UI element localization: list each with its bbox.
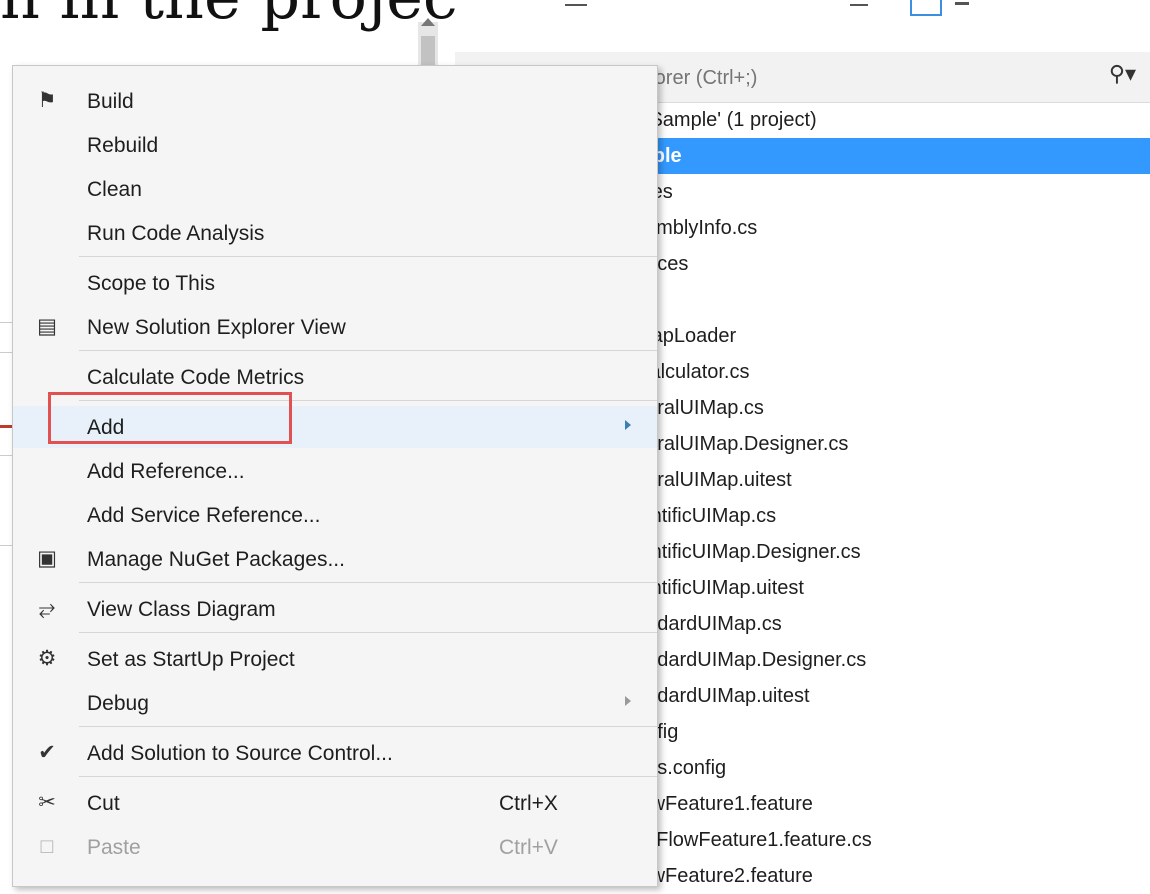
menu-item-add-solution-to-source-control[interactable]: ✔ Add Solution to Source Control... xyxy=(13,732,657,774)
menu-item-cut[interactable]: ✂ Cut Ctrl+X xyxy=(13,782,657,824)
toolbar-fragment xyxy=(565,4,587,6)
paste-icon: □ xyxy=(40,835,54,858)
left-panel-divider xyxy=(0,352,12,353)
menu-item-shortcut: Ctrl+V xyxy=(499,836,558,859)
search-icon[interactable]: ⚲▾ xyxy=(1109,62,1136,87)
menu-item-label: Run Code Analysis xyxy=(87,222,265,245)
context-menu: ⚑ Build Rebuild Clean Run Code Analysis Scope… xyxy=(12,65,658,887)
source-control-icon: ✔ xyxy=(38,741,56,764)
menu-item-label: Add Reference... xyxy=(87,460,245,483)
menu-item-label: Rebuild xyxy=(87,134,159,157)
cut-icon: ✂ xyxy=(38,791,56,814)
menu-item-label: Set as StartUp Project xyxy=(87,648,295,671)
menu-separator xyxy=(79,776,657,777)
nuget-icon: ▣ xyxy=(37,547,57,570)
menu-item-add-service-reference[interactable]: Add Service Reference... xyxy=(13,494,657,536)
scroll-up-arrow-icon[interactable] xyxy=(421,18,435,26)
gear-icon: ⚙ xyxy=(37,647,57,670)
build-icon: ⚑ xyxy=(37,89,57,112)
menu-item-label: Scope to This xyxy=(87,272,216,295)
menu-item-run-code-analysis[interactable]: Run Code Analysis xyxy=(13,212,657,254)
toolbar-strip xyxy=(455,0,1150,22)
menu-separator xyxy=(79,582,657,583)
menu-item-label: View Class Diagram xyxy=(87,598,276,621)
menu-item-clean[interactable]: Clean xyxy=(13,168,657,210)
menu-item-set-as-startup-project[interactable]: ⚙ Set as StartUp Project xyxy=(13,638,657,680)
menu-item-debug[interactable]: Debug xyxy=(13,682,657,724)
menu-separator xyxy=(79,256,657,257)
class-diagram-icon: ⥂ xyxy=(38,597,56,620)
menu-separator xyxy=(79,350,657,351)
menu-item-label: New Solution Explorer View xyxy=(87,316,346,339)
submenu-arrow-icon xyxy=(625,420,631,430)
menu-item-build[interactable]: ⚑ Build xyxy=(13,80,657,122)
menu-item-add-reference[interactable]: Add Reference... xyxy=(13,450,657,492)
caption-text: n in the project xyxy=(0,0,483,33)
new-view-icon: ▤ xyxy=(37,315,57,338)
annotation-highlight xyxy=(48,392,292,444)
left-panel-divider xyxy=(0,545,12,546)
menu-item-shortcut: Ctrl+X xyxy=(499,792,558,815)
menu-separator xyxy=(79,632,657,633)
menu-item-label: Paste xyxy=(87,836,141,859)
toolbar-button[interactable] xyxy=(955,2,969,13)
menu-item-manage-nuget-packages[interactable]: ▣ Manage NuGet Packages... xyxy=(13,538,657,580)
toolbar-button[interactable] xyxy=(910,0,942,16)
menu-item-view-class-diagram[interactable]: ⥂ View Class Diagram xyxy=(13,588,657,630)
submenu-arrow-icon xyxy=(625,696,631,706)
menu-item-rebuild[interactable]: Rebuild xyxy=(13,124,657,166)
menu-separator xyxy=(79,726,657,727)
menu-item-label: Clean xyxy=(87,178,142,201)
menu-item-label: Add Solution to Source Control... xyxy=(87,742,393,765)
left-panel-divider xyxy=(0,455,12,456)
menu-item-label: Calculate Code Metrics xyxy=(87,366,305,389)
menu-item-label: Build xyxy=(87,90,134,113)
toolbar-fragment xyxy=(850,4,868,6)
menu-item-label: Manage NuGet Packages... xyxy=(87,548,345,571)
menu-item-scope-to-this[interactable]: Scope to This xyxy=(13,262,657,304)
menu-item-new-solution-explorer-view[interactable]: ▤ New Solution Explorer View xyxy=(13,306,657,348)
menu-item-label: Cut xyxy=(87,792,120,815)
left-panel-divider xyxy=(0,322,12,323)
menu-item-label: Debug xyxy=(87,692,149,715)
menu-item-label: Add Service Reference... xyxy=(87,504,321,527)
